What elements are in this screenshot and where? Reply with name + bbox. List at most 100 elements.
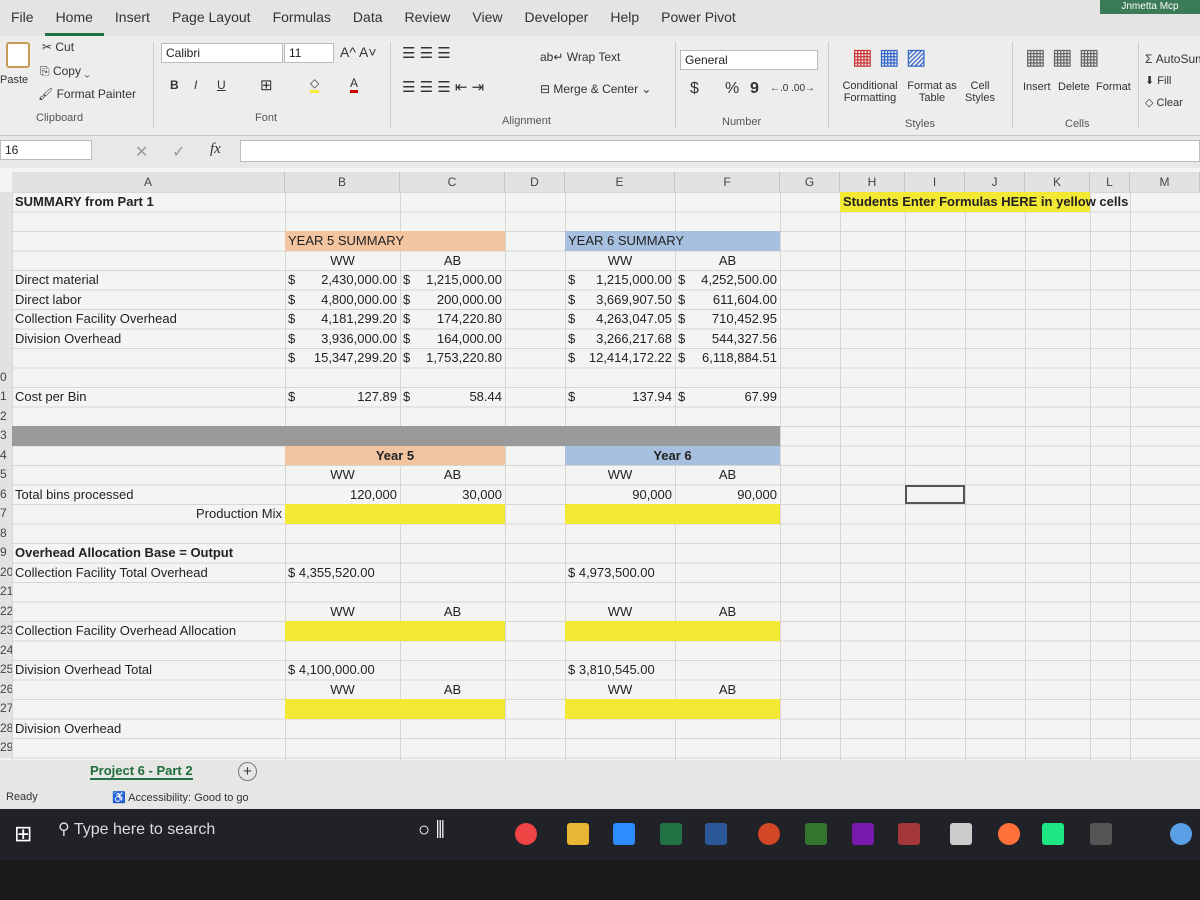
fill-button[interactable]: ⬇ Fill — [1145, 74, 1171, 87]
italic-button[interactable]: I — [194, 78, 197, 92]
row-header[interactable] — [0, 270, 12, 290]
row-header[interactable]: 5 — [0, 465, 12, 485]
cell-A5[interactable]: Direct material — [12, 270, 285, 289]
row-header[interactable] — [0, 250, 12, 270]
align-icons[interactable]: ☰ ☰ ☰ — [402, 44, 451, 62]
column-header-I[interactable]: I — [905, 172, 965, 192]
column-header-F[interactable]: F — [675, 172, 780, 192]
tab-formulas[interactable]: Formulas — [262, 0, 342, 36]
cell-E16[interactable]: 90,000 — [565, 485, 675, 504]
cell-F15[interactable]: AB — [675, 465, 780, 484]
fx-button[interactable]: fx — [210, 141, 221, 158]
cell-E14[interactable]: Year 6 — [565, 446, 780, 465]
cell-B5[interactable]: $2,430,000.00 — [285, 270, 400, 289]
column-header-C[interactable]: C — [400, 172, 505, 192]
cell-B9[interactable]: $15,347,299.20 — [285, 348, 400, 367]
tab-review[interactable]: Review — [394, 0, 462, 36]
taskbar-search[interactable]: ⚲ Type here to search — [58, 819, 215, 839]
underline-button[interactable]: U — [217, 78, 226, 92]
cancel-icon[interactable]: ✕ — [135, 142, 148, 162]
paste-button[interactable]: Paste — [0, 74, 28, 86]
comma-button[interactable]: 9 — [750, 80, 759, 98]
cell-F11[interactable]: $67.99 — [675, 387, 780, 406]
row-header[interactable]: 27 — [0, 699, 12, 719]
cell-A11[interactable]: Cost per Bin — [12, 387, 285, 406]
cell-A20[interactable]: Collection Facility Total Overhead — [12, 563, 285, 582]
cell-C7[interactable]: $174,220.80 — [400, 309, 505, 328]
row-header[interactable]: 6 — [0, 484, 12, 504]
font-name-select[interactable]: Calibri — [161, 43, 283, 63]
cell-C6[interactable]: $200,000.00 — [400, 290, 505, 309]
format-painter-button[interactable]: 🖌 Format Painter — [38, 87, 136, 101]
row-header[interactable] — [0, 348, 12, 368]
selected-cell[interactable] — [905, 484, 965, 504]
cell-A23[interactable]: Collection Facility Overhead Allocation — [12, 621, 285, 640]
cut-button[interactable]: ✂ Cut — [42, 40, 74, 54]
tab-power-pivot[interactable]: Power Pivot — [650, 0, 747, 36]
chrome-icon[interactable] — [515, 823, 537, 845]
word-icon[interactable] — [705, 823, 727, 845]
row-header[interactable]: 9 — [0, 543, 12, 563]
column-header-L[interactable]: L — [1090, 172, 1130, 192]
format-table-button[interactable]: Format as Table — [904, 80, 960, 104]
cell-C16[interactable]: 30,000 — [400, 485, 505, 504]
cell-C26[interactable]: AB — [400, 680, 505, 699]
tab-developer[interactable]: Developer — [514, 0, 600, 36]
column-header-H[interactable]: H — [840, 172, 905, 192]
cell-F7[interactable]: $710,452.95 — [675, 309, 780, 328]
row-header[interactable]: 1 — [0, 387, 12, 407]
number-format-select[interactable]: General — [680, 50, 818, 70]
project-icon[interactable] — [805, 823, 827, 845]
row-header[interactable] — [0, 328, 12, 348]
currency-button[interactable]: $ — [690, 80, 699, 98]
zoom-icon[interactable] — [613, 823, 635, 845]
enter-icon[interactable]: ✓ — [172, 142, 185, 162]
row-header[interactable]: 24 — [0, 640, 12, 660]
conditional-formatting-button[interactable]: Conditional Formatting — [835, 80, 905, 104]
sheet-tab-project6-part2[interactable]: Project 6 - Part 2 — [90, 763, 193, 780]
cell-B22[interactable]: WW — [285, 602, 400, 621]
cell-C15[interactable]: AB — [400, 465, 505, 484]
cell-C11[interactable]: $58.44 — [400, 387, 505, 406]
cell-F9[interactable]: $6,118,884.51 — [675, 348, 780, 367]
column-header-J[interactable]: J — [965, 172, 1025, 192]
cell-E3[interactable]: YEAR 6 SUMMARY — [565, 231, 684, 250]
cell-E15[interactable]: WW — [565, 465, 675, 484]
onenote-icon[interactable] — [852, 823, 874, 845]
decimal-icons[interactable]: ←.0 .00→ — [770, 83, 815, 94]
cell-E8[interactable]: $3,266,217.68 — [565, 329, 675, 348]
row-header[interactable] — [0, 231, 12, 251]
cell-A17[interactable]: Production Mix — [12, 504, 285, 523]
calculator-icon[interactable] — [1090, 823, 1112, 845]
paste-icon[interactable] — [6, 42, 30, 68]
cell-E26[interactable]: WW — [565, 680, 675, 699]
cell-B7[interactable]: $4,181,299.20 — [285, 309, 400, 328]
cell-C5[interactable]: $1,215,000.00 — [400, 270, 505, 289]
fill-color-icon[interactable]: ◇ — [310, 76, 320, 93]
autosum-button[interactable]: Σ AutoSum — [1145, 52, 1200, 66]
cell-B20[interactable]: $ 4,355,520.00 — [285, 563, 400, 582]
cell-E9[interactable]: $12,414,172.22 — [565, 348, 675, 367]
cell-F6[interactable]: $611,604.00 — [675, 290, 780, 309]
column-header-B[interactable]: B — [285, 172, 400, 192]
formula-input[interactable] — [240, 140, 1200, 162]
cell-C9[interactable]: $1,753,220.80 — [400, 348, 505, 367]
cell-F26[interactable]: AB — [675, 680, 780, 699]
tab-view[interactable]: View — [461, 0, 513, 36]
wrap-text-button[interactable]: ab↵ Wrap Text — [540, 50, 620, 64]
cell-A1[interactable]: SUMMARY from Part 1 — [12, 192, 285, 211]
row-header[interactable]: 23 — [0, 621, 12, 641]
firefox-icon[interactable] — [998, 823, 1020, 845]
file-explorer-icon[interactable] — [567, 823, 589, 845]
column-header-G[interactable]: G — [780, 172, 840, 192]
cell-E11[interactable]: $137.94 — [565, 387, 675, 406]
row-header[interactable]: 4 — [0, 445, 12, 465]
cell-B3[interactable]: YEAR 5 SUMMARY — [285, 231, 404, 250]
delete-button[interactable]: Delete — [1058, 81, 1090, 93]
row-header[interactable]: 3 — [0, 426, 12, 446]
excel-icon[interactable] — [660, 823, 682, 845]
copy-button[interactable]: ⎘ Copy ⌄ — [40, 64, 90, 79]
cell-F16[interactable]: 90,000 — [675, 485, 780, 504]
cell-E6[interactable]: $3,669,907.50 — [565, 290, 675, 309]
cell-F5[interactable]: $4,252,500.00 — [675, 270, 780, 289]
